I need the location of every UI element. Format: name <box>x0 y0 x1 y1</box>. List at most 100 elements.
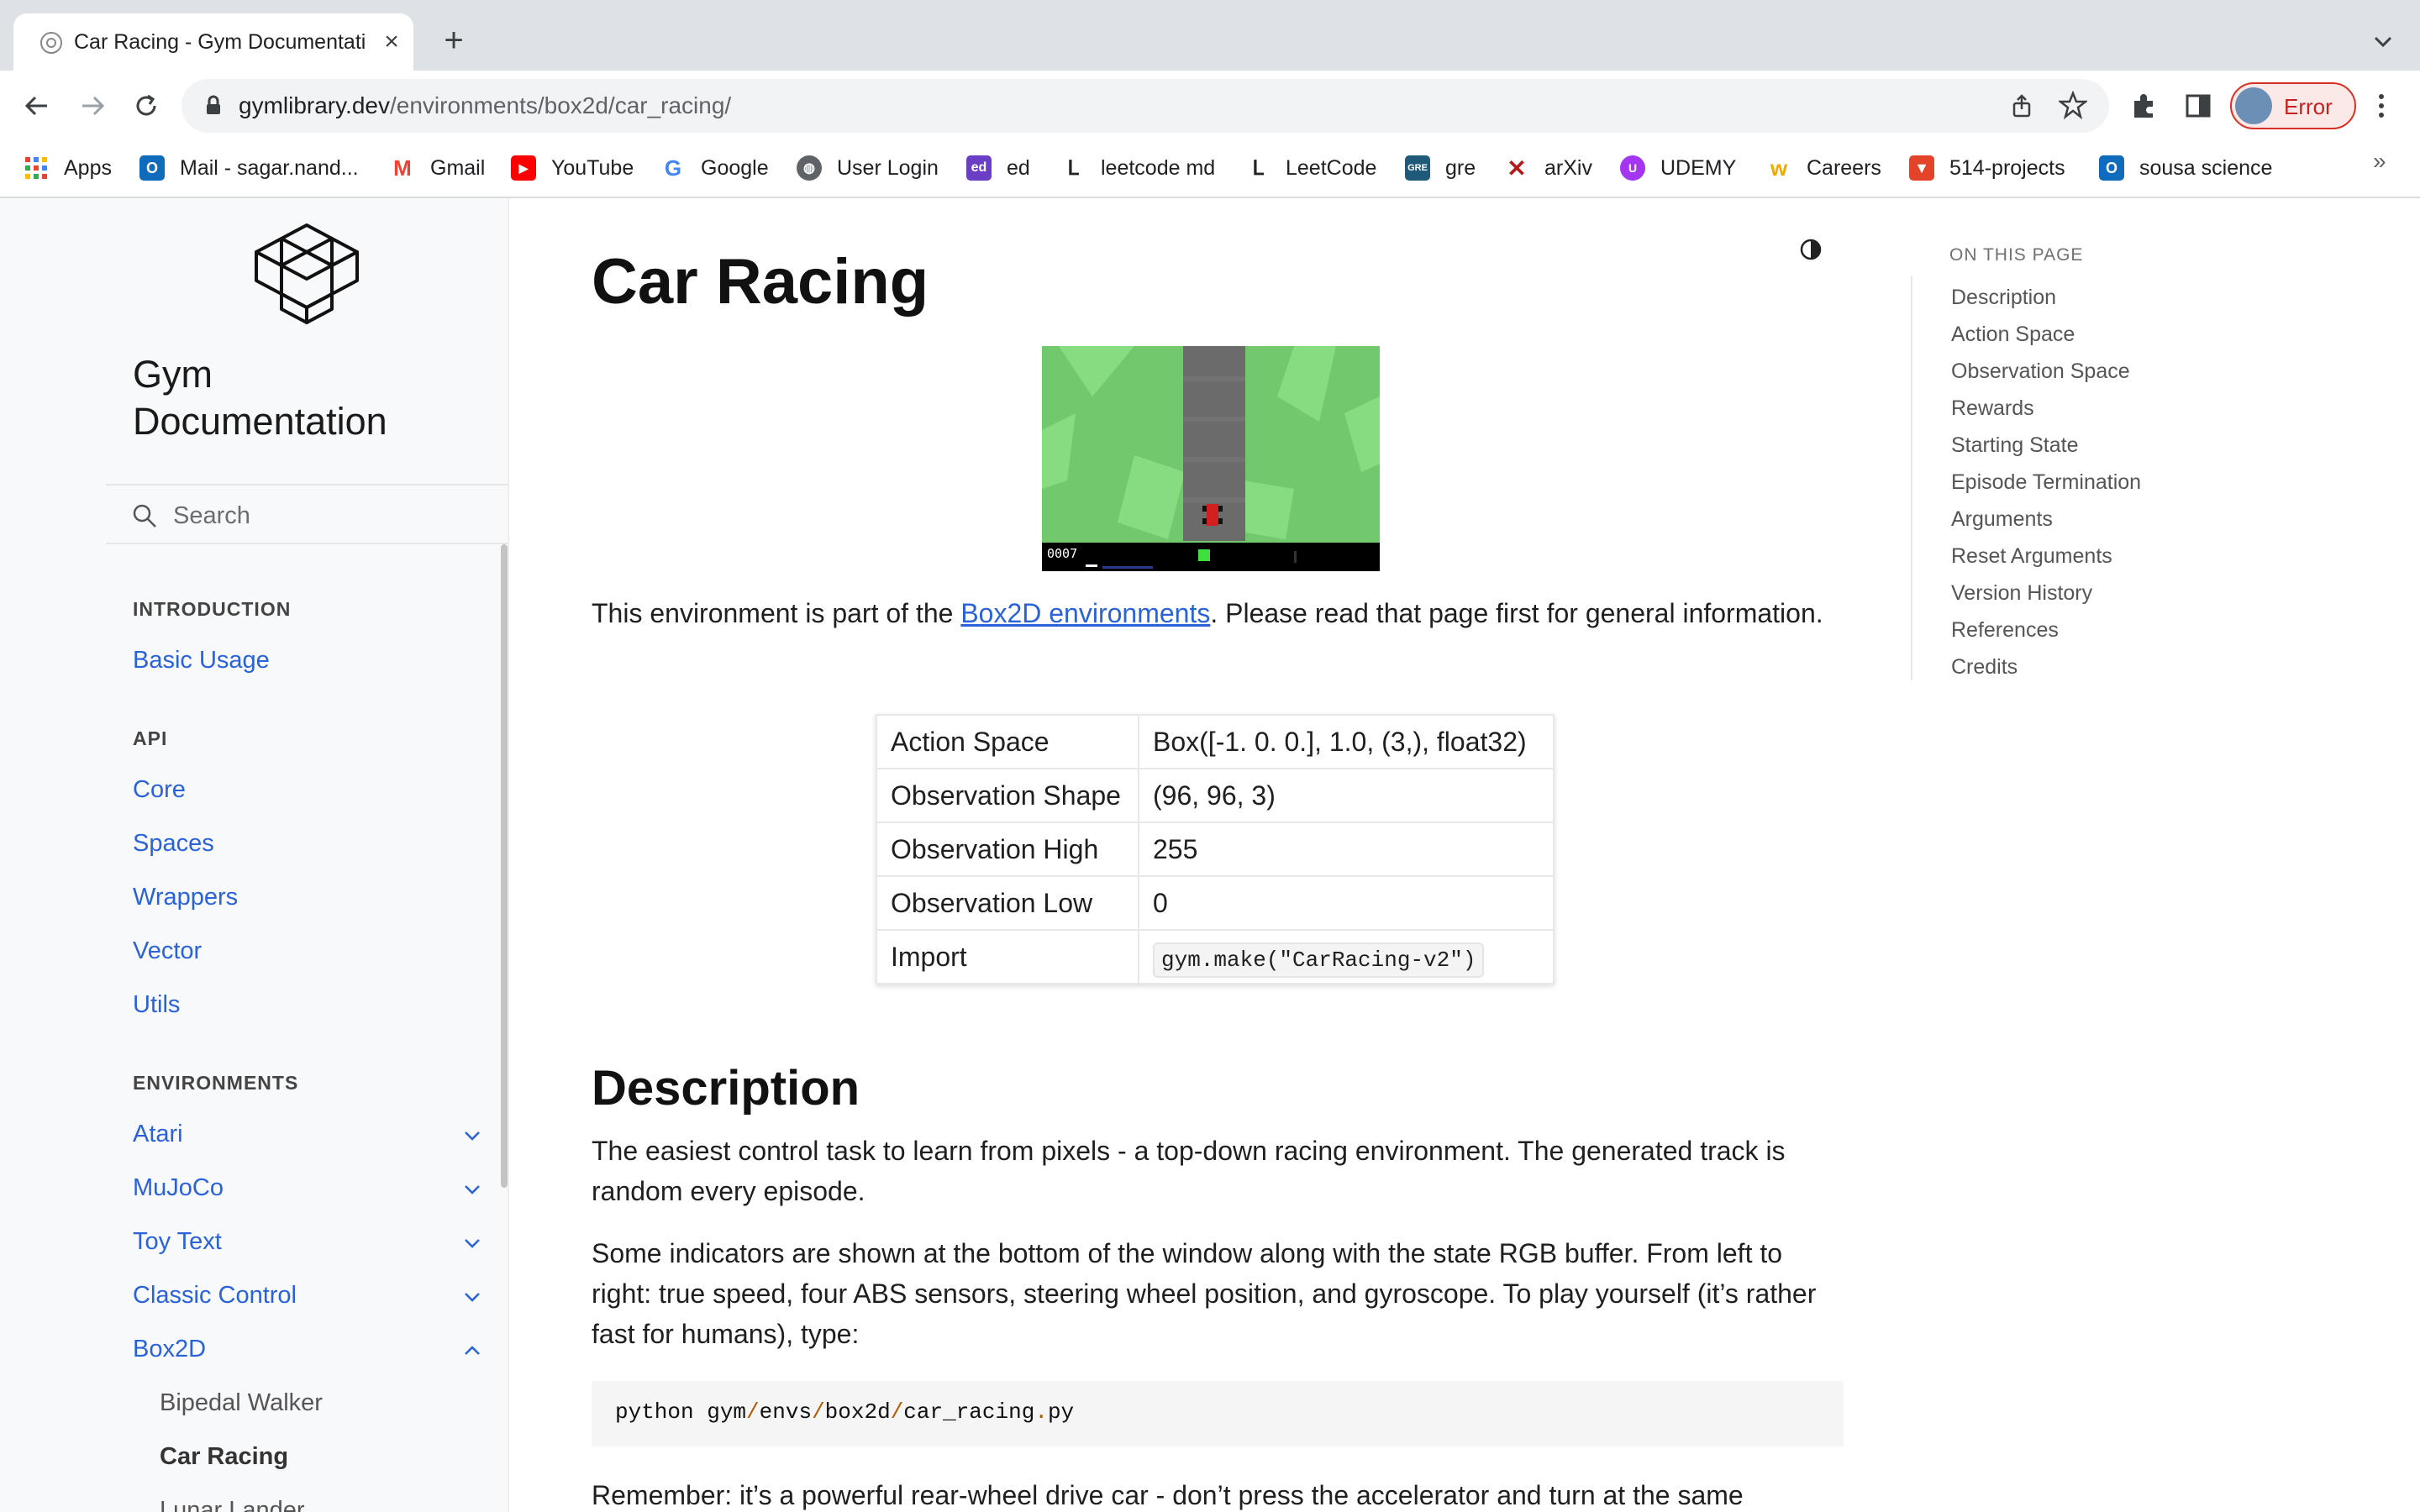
table-key: Action Space <box>876 714 1139 769</box>
toc-caption: ON THIS PAGE <box>1949 245 2084 265</box>
toc-item-references[interactable]: References <box>1951 618 2059 643</box>
code-text: python gym/envs/box2d/car_racing.py <box>615 1399 1074 1425</box>
bookmark-label: gre <box>1445 155 1476 180</box>
outlook-icon: O <box>139 155 165 181</box>
table-value: 255 <box>1138 822 1555 877</box>
docs-sidebar: Gym Documentation Search INTRODUCTION Ba… <box>0 198 509 1512</box>
toc-item-rewards[interactable]: Rewards <box>1951 396 2034 421</box>
bookmarks-overflow-icon[interactable]: » <box>2373 148 2386 175</box>
sidebar-item-atari[interactable]: Atari <box>133 1121 183 1148</box>
browser-menu-icon[interactable] <box>2375 91 2388 121</box>
site-title[interactable]: Gym Documentation <box>133 351 452 445</box>
toc-item-observation-space[interactable]: Observation Space <box>1951 360 2130 384</box>
table-row: Action Space Box([-1. 0. 0.], 1.0, (3,),… <box>876 714 1555 769</box>
code-token: envs <box>759 1399 813 1425</box>
sidebar-item-car-racing[interactable]: Car Racing <box>160 1443 288 1471</box>
chevron-down-icon[interactable] <box>460 1178 484 1201</box>
sidebar-item-toy-text[interactable]: Toy Text <box>133 1228 222 1256</box>
toc-item-description[interactable]: Description <box>1951 286 2056 310</box>
bookmark-leetcode-md[interactable]: ᒪ leetcode md <box>1060 153 1215 183</box>
url-host: gymlibrary.dev <box>239 92 390 118</box>
bookmark-gre[interactable]: GRE gre <box>1405 153 1476 183</box>
theme-toggle-icon[interactable] <box>1798 237 1823 262</box>
bookmark-google[interactable]: G Google <box>660 153 769 183</box>
bookmark-label: Careers <box>1807 155 1881 180</box>
back-arrow-icon[interactable] <box>20 89 54 123</box>
toc-item-episode-termination[interactable]: Episode Termination <box>1951 470 2141 495</box>
bookmark-star-icon[interactable] <box>2059 91 2087 119</box>
chevron-up-icon[interactable] <box>460 1339 484 1362</box>
profile-error-button[interactable]: Error <box>2230 82 2356 129</box>
import-code: gym.make("CarRacing-v2") <box>1153 942 1485 978</box>
search-input[interactable]: Search <box>106 484 508 544</box>
toc-item-credits[interactable]: Credits <box>1951 655 2018 680</box>
description-paragraph-3: Remember: it’s a powerful rear-wheel dri… <box>592 1480 1744 1510</box>
main-content: Car Racing 0007 This environment is part… <box>509 198 1867 1512</box>
chevron-down-icon[interactable] <box>460 1231 484 1255</box>
forward-arrow-icon[interactable] <box>76 89 109 123</box>
sidebar-item-core[interactable]: Core <box>133 776 186 804</box>
car-racing-preview-image: 0007 <box>1042 346 1380 571</box>
toc-item-action-space[interactable]: Action Space <box>1951 323 2075 347</box>
leetcode-icon: ᒪ <box>1067 156 1079 180</box>
sidebar-item-classic-control[interactable]: Classic Control <box>133 1282 297 1310</box>
chevron-down-icon[interactable] <box>460 1124 484 1147</box>
on-this-page-toc: ON THIS PAGE Description Action Space Ob… <box>1867 198 2420 1512</box>
close-tab-icon[interactable]: × <box>378 29 405 55</box>
code-token: python gym <box>615 1399 747 1425</box>
toc-item-arguments[interactable]: Arguments <box>1951 507 2053 532</box>
sidebar-item-lunar-lander[interactable]: Lunar Lander <box>160 1497 305 1512</box>
toc-item-version-history[interactable]: Version History <box>1951 581 2092 606</box>
outlook-icon: O <box>2099 155 2124 181</box>
browser-tab[interactable]: Car Racing - Gym Documentati × <box>13 13 413 71</box>
code-token: / <box>890 1399 904 1425</box>
sidebar-item-bipedal-walker[interactable]: Bipedal Walker <box>160 1389 323 1417</box>
bookmark-gmail[interactable]: M Gmail <box>390 153 485 183</box>
description-paragraph-1: The easiest control task to learn from p… <box>592 1136 1786 1206</box>
reload-icon[interactable] <box>129 89 163 123</box>
url-path: /environments/box2d/car_racing/ <box>389 92 732 118</box>
lock-icon[interactable] <box>202 94 225 118</box>
table-value: (96, 96, 3) <box>1138 768 1555 823</box>
profile-status: Error <box>2284 94 2333 119</box>
bookmark-youtube[interactable]: ▶ YouTube <box>511 153 634 183</box>
chevron-down-icon[interactable] <box>460 1285 484 1309</box>
bookmark-leetcode[interactable]: ᒪ LeetCode <box>1245 153 1376 183</box>
bookmark-label: Mail - sagar.nand... <box>180 155 359 180</box>
sidebar-item-mujoco[interactable]: MuJoCo <box>133 1174 224 1202</box>
sidebar-scrollbar[interactable] <box>501 544 508 1188</box>
bookmark-mail[interactable]: O Mail - sagar.nand... <box>139 153 359 183</box>
url-text[interactable]: gymlibrary.dev/environments/box2d/car_ra… <box>239 92 731 119</box>
chevron-down-icon[interactable] <box>2368 27 2398 57</box>
toc-item-starting-state[interactable]: Starting State <box>1951 433 2078 458</box>
share-icon[interactable] <box>2008 92 2035 119</box>
description-heading: Description <box>592 1061 860 1116</box>
address-bar[interactable]: gymlibrary.dev/environments/box2d/car_ra… <box>182 79 2109 133</box>
sidebar-item-wrappers[interactable]: Wrappers <box>133 884 238 911</box>
intro-text-before: This environment is part of the <box>592 598 961 628</box>
side-panel-icon[interactable] <box>2183 91 2213 121</box>
box2d-environments-link[interactable]: Box2D environments <box>960 598 1210 628</box>
bookmark-sousa-science[interactable]: Osousa science <box>2099 153 2272 183</box>
sidebar-item-utils[interactable]: Utils <box>133 991 180 1019</box>
extensions-puzzle-icon[interactable] <box>2129 91 2160 121</box>
ed-icon: ed <box>966 155 992 181</box>
bookmark-careers[interactable]: w Careers <box>1766 153 1881 183</box>
tab-title: Car Racing - Gym Documentati <box>74 30 366 54</box>
bookmark-udemy[interactable]: U UDEMY <box>1620 153 1736 183</box>
bookmark-ed[interactable]: ed ed <box>966 153 1030 183</box>
toc-item-reset-arguments[interactable]: Reset Arguments <box>1951 544 2112 569</box>
sidebar-item-vector[interactable]: Vector <box>133 937 202 965</box>
bookmark-514-projects[interactable]: ▼ 514-projects <box>1909 153 2065 183</box>
bookmark-label: Google <box>701 155 769 180</box>
sidebar-item-basic-usage[interactable]: Basic Usage <box>133 647 270 675</box>
gym-logo-icon[interactable] <box>252 222 361 326</box>
bookmark-user-login[interactable]: ◍ User Login <box>797 153 939 183</box>
bookmark-apps[interactable]: Apps <box>24 153 112 183</box>
bookmark-arxiv[interactable]: ✕ arXiv <box>1504 153 1592 183</box>
table-key: Import <box>876 929 1139 984</box>
new-tab-icon[interactable]: + <box>437 24 471 57</box>
arxiv-icon: ✕ <box>1507 155 1527 181</box>
sidebar-item-spaces[interactable]: Spaces <box>133 830 214 858</box>
sidebar-item-box2d[interactable]: Box2D <box>133 1336 206 1363</box>
